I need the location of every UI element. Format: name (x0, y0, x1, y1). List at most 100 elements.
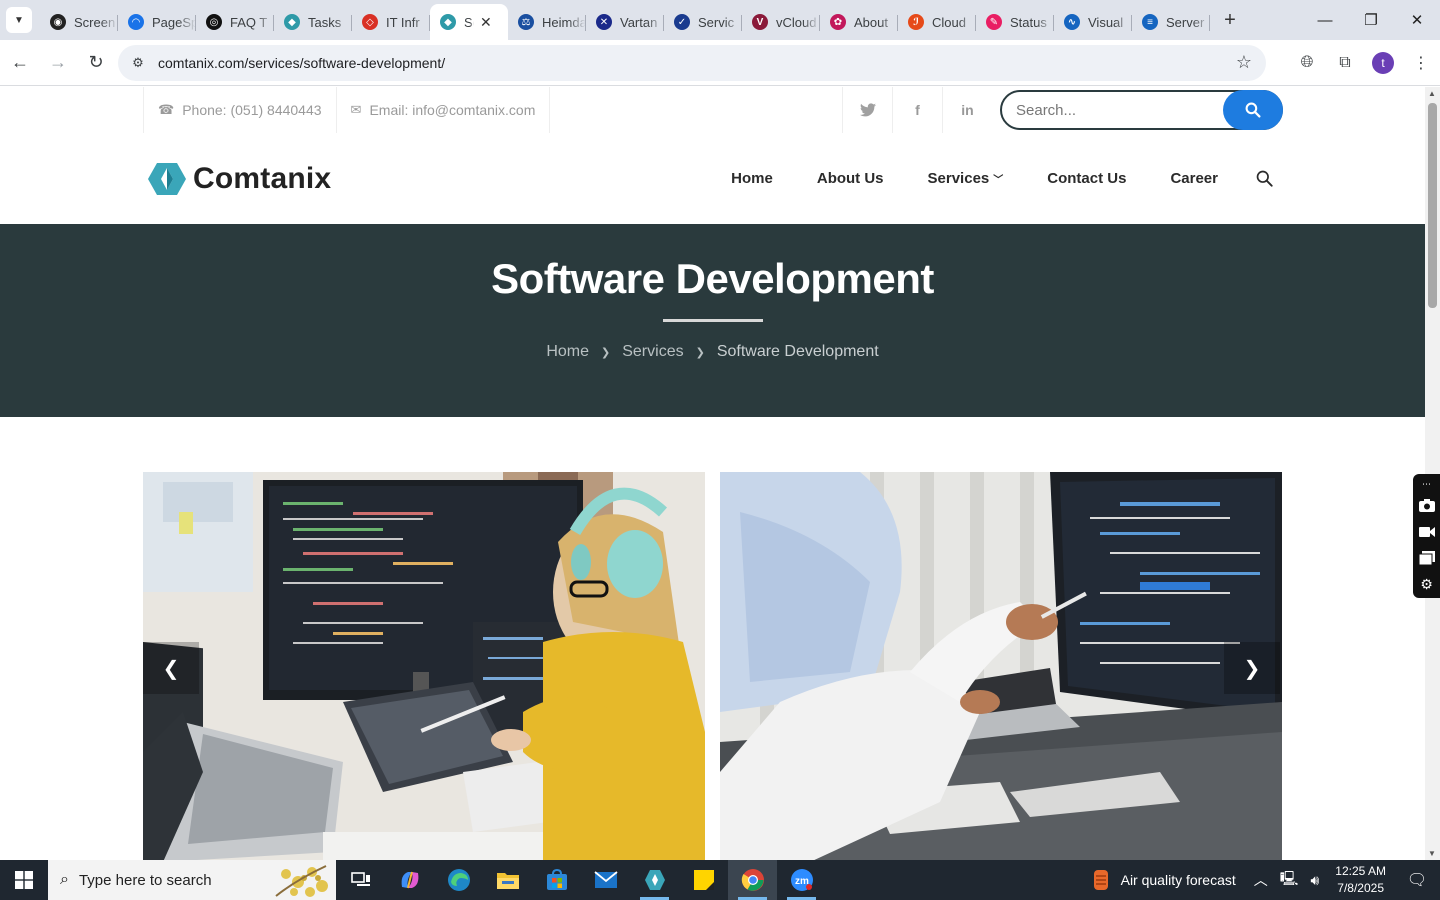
gear-icon[interactable]: ⚙ (1420, 571, 1433, 598)
tab-close-icon[interactable]: ✕ (480, 14, 492, 31)
nav-home[interactable]: Home (731, 170, 773, 187)
file-explorer-icon[interactable] (483, 860, 532, 900)
new-tab-button[interactable]: + (1216, 6, 1244, 34)
page-hero: Software Development Home ❯ Services ❯ S… (0, 224, 1425, 417)
linkedin-icon[interactable]: in (942, 87, 992, 133)
email-info[interactable]: ✉ Email: info@comtanix.com (337, 87, 551, 133)
breadcrumb-home[interactable]: Home (546, 343, 589, 361)
tab-title: Vartan (620, 14, 658, 30)
tab-title: PageSpeed (152, 14, 196, 30)
browser-tab[interactable]: ℐ Cloud (898, 6, 976, 38)
browser-tab[interactable]: ✓ Servic (664, 6, 742, 38)
tab-favicon-icon: ✎ (986, 14, 1002, 30)
address-bar[interactable]: ⚙ comtanix.com/services/software-develop… (118, 45, 1266, 81)
camera-icon[interactable] (1418, 492, 1435, 519)
browser-tab[interactable]: VvCloud (742, 6, 820, 38)
search-icon: ⌕ (60, 871, 69, 888)
clock-time: 12:25 AM (1335, 864, 1386, 878)
browser-tab[interactable]: ✿ About (820, 6, 898, 38)
taskbar-search-box[interactable]: ⌕ Type here to search (48, 860, 336, 900)
browser-tab[interactable]: ◎ FAQ T (196, 6, 274, 38)
browser-tab[interactable]: ◆ Tasks (274, 6, 352, 38)
tab-favicon-icon: ◆ (284, 14, 300, 30)
tab-favicon-icon: ✓ (674, 14, 690, 30)
phone-info[interactable]: ☎ Phone: (051) 8440443 (143, 87, 337, 133)
tab-title: Screen (74, 14, 116, 30)
bookmark-star-icon[interactable]: ☆ (1236, 52, 1252, 73)
close-window-button[interactable]: ✕ (1394, 0, 1440, 40)
browser-tab[interactable]: ◇ IT Infr (352, 6, 430, 38)
tab-favicon-icon: ℐ (908, 14, 924, 30)
site-info-icon[interactable]: ⚙ (122, 55, 154, 71)
minimize-button[interactable]: — (1302, 0, 1348, 40)
sticky-notes-icon[interactable] (679, 860, 728, 900)
browser-tab[interactable]: ✕ Vartan (586, 6, 664, 38)
title-underline (662, 319, 763, 322)
browser-toolbar: ← → ↻ ⚙ comtanix.com/services/software-d… (0, 40, 1440, 86)
scrollbar-thumb[interactable] (1428, 103, 1437, 308)
tab-favicon-icon: ∿ (1064, 14, 1080, 30)
video-record-icon[interactable] (1418, 518, 1435, 545)
browser-tab[interactable]: ∿ Visual (1054, 6, 1132, 38)
browser-tab[interactable]: ✎ Status (976, 6, 1054, 38)
browser-tab[interactable]: ◉ Screen (40, 6, 118, 38)
nav-contact-us[interactable]: Contact Us (1047, 170, 1126, 187)
browser-tab-active[interactable]: ◆ Software Development ✕ (430, 4, 508, 40)
browser-tab[interactable]: ≡ Server (1132, 6, 1210, 38)
carousel-prev-button[interactable]: ❮ (143, 642, 199, 694)
scroll-up-arrow-icon[interactable]: ▲ (1428, 89, 1436, 98)
comtanix-app-icon[interactable] (630, 860, 679, 900)
site-search-button[interactable] (1223, 90, 1283, 130)
tab-title: FAQ T (230, 14, 268, 30)
window-capture-icon[interactable] (1418, 545, 1435, 572)
facebook-icon[interactable]: f (892, 87, 942, 133)
carousel-next-button[interactable]: ❯ (1224, 642, 1280, 694)
zoom-app-icon[interactable]: zm (777, 860, 826, 900)
twitter-icon[interactable] (842, 87, 892, 133)
nav-search-icon[interactable] (1256, 170, 1273, 187)
breadcrumb-services[interactable]: Services (622, 343, 683, 361)
microsoft-store-icon[interactable] (532, 860, 581, 900)
more-tools-icon[interactable]: ⋯ (1422, 478, 1431, 492)
chevron-right-icon: ❯ (695, 346, 705, 359)
tab-favicon-icon: V (752, 14, 768, 30)
browser-tab[interactable]: ◠ PageSpeed (118, 6, 196, 38)
copilot-icon[interactable] (385, 860, 434, 900)
nav-services-label: Services (927, 170, 990, 187)
tab-title: Server (1166, 14, 1205, 30)
reload-button[interactable]: ↻ (78, 45, 114, 81)
system-clock[interactable]: 12:25 AM 7/8/2025 (1335, 863, 1386, 897)
windows-logo-icon (15, 871, 33, 889)
volume-icon[interactable]: 🔊︎ (1310, 872, 1319, 889)
site-search-input[interactable] (1002, 101, 1212, 119)
page-viewport: ☎ Phone: (051) 8440443 ✉ Email: info@com… (0, 87, 1425, 860)
site-logo[interactable]: Comtanix (148, 162, 331, 196)
site-search-box (1000, 90, 1283, 130)
tab-title: About (854, 14, 888, 30)
mail-icon[interactable] (581, 860, 630, 900)
nav-career[interactable]: Career (1170, 170, 1218, 187)
start-button[interactable] (0, 860, 48, 900)
notification-center-icon[interactable]: 🗨︎ (1400, 870, 1434, 890)
scroll-down-arrow-icon[interactable]: ▼ (1428, 849, 1436, 858)
weather-widget[interactable]: Air quality forecast (1090, 868, 1236, 892)
translate-icon[interactable]: 🌐︎ (1288, 45, 1326, 81)
edge-browser-icon[interactable] (434, 860, 483, 900)
forward-button[interactable]: → (40, 45, 76, 81)
profile-avatar[interactable]: t (1372, 52, 1394, 74)
network-icon[interactable]: 🖳︎ (1280, 868, 1299, 892)
chevron-left-icon: ❮ (162, 657, 180, 680)
tab-search-button[interactable]: ▼ (6, 7, 32, 33)
browser-tab[interactable]: ⚖ Heimdal (508, 6, 586, 38)
back-button[interactable]: ← (2, 45, 38, 81)
chevron-up-icon[interactable]: ︿ (1254, 870, 1268, 890)
nav-about-us[interactable]: About Us (817, 170, 884, 187)
extensions-icon[interactable]: ⧉ (1326, 45, 1364, 81)
nav-services[interactable]: Services ﹀ (928, 170, 1004, 187)
restore-button[interactable]: ❐ (1348, 0, 1394, 40)
task-view-icon[interactable] (336, 860, 385, 900)
tab-title: Tasks (308, 14, 342, 30)
url-text[interactable]: comtanix.com/services/software-developme… (158, 55, 445, 71)
browser-menu-icon[interactable]: ⋮ (1402, 45, 1440, 81)
chrome-browser-icon[interactable] (728, 860, 777, 900)
